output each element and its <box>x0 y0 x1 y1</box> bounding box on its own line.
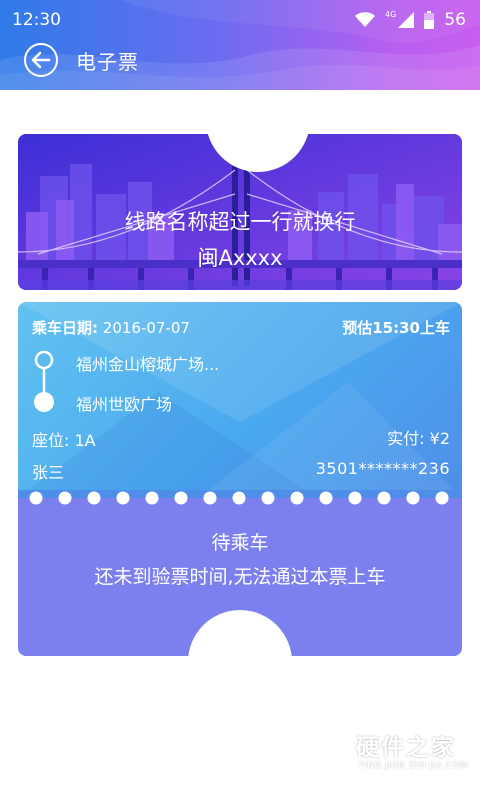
ride-date-value: 2016-07-07 <box>102 319 190 337</box>
watermark-name: 硬件之家 <box>356 735 456 761</box>
network-type-label: 4G <box>385 10 397 19</box>
plate-number: 闽Axxxx <box>197 246 283 270</box>
back-button[interactable] <box>24 43 58 77</box>
ride-date-label: 乘车日期: <box>32 319 98 337</box>
status-bar: 12:30 4G 56 <box>0 0 480 40</box>
ticket-status-card: 待乘车 还未到验票时间,无法通过本票上车 <box>18 500 462 656</box>
page-title: 电子票 <box>76 50 139 74</box>
route-name: 线路名称超过一行就换行 <box>124 210 356 234</box>
ticket-header-card: 线路名称超过一行就换行 闽Axxxx <box>18 134 462 290</box>
paid-amount: 实付: ¥2 <box>387 429 450 448</box>
seat-number: 座位: 1A <box>32 431 96 450</box>
status-icons: 4G 56 <box>355 10 466 30</box>
route-line-icon <box>34 350 54 412</box>
wifi-icon <box>355 12 376 27</box>
status-time: 12:30 <box>12 10 61 30</box>
ride-date: 乘车日期: 2016-07-07 <box>32 317 190 338</box>
arrival-stop: 福州世欧广场 <box>76 395 173 414</box>
arrow-left-icon <box>31 51 51 69</box>
battery-level: 56 <box>444 10 466 30</box>
ticket-notch-bottom <box>188 610 292 656</box>
watermark-logo-icon <box>312 726 350 770</box>
passenger-id-number: 3501*******236 <box>315 459 450 478</box>
watermark: 硬件之家 YING JIAN ZHI JIA.COM <box>312 722 472 782</box>
watermark-sub: YING JIAN ZHI JIA.COM <box>358 761 469 771</box>
ticket-perforation <box>18 490 462 506</box>
app-header: 12:30 4G 56 电子票 <box>0 0 480 90</box>
battery-icon <box>424 11 435 29</box>
ticket-status-description: 还未到验票时间,无法通过本票上车 <box>94 566 386 588</box>
ticket-status: 待乘车 <box>211 532 269 554</box>
passenger-name: 张三 <box>32 463 65 482</box>
navbar: 电子票 <box>0 40 480 90</box>
estimated-boarding-time: 预估15:30上车 <box>342 319 450 337</box>
departure-stop: 福州金山榕城广场... <box>76 355 220 374</box>
signal-icon <box>398 12 415 28</box>
ticket-details-card: 乘车日期: 2016-07-07 预估15:30上车 福州金山榕城广场... 福… <box>18 302 462 498</box>
